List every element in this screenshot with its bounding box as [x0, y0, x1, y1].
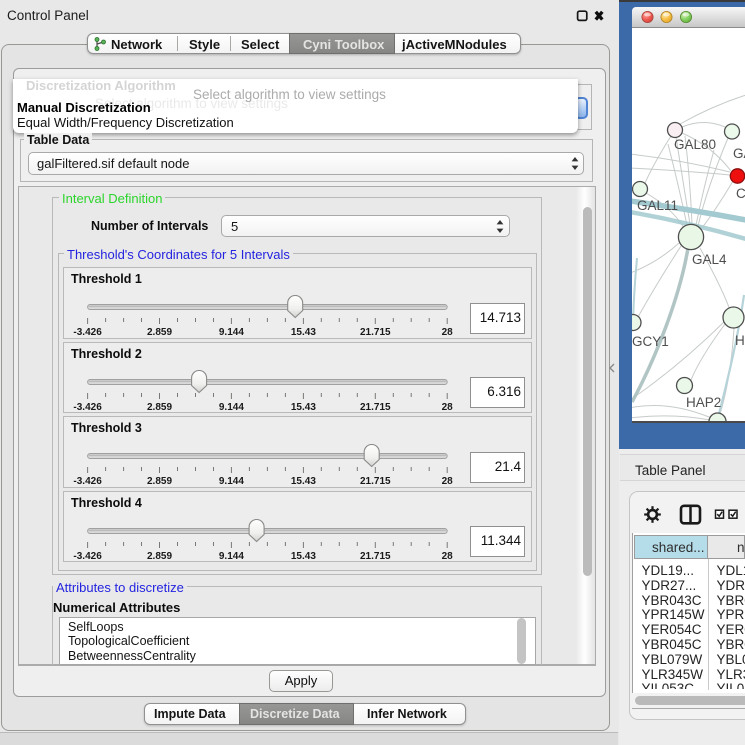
svg-text:2.859: 2.859: [147, 327, 172, 338]
svg-text:HAP2: HAP2: [686, 395, 721, 410]
svg-text:2.859: 2.859: [147, 551, 172, 562]
svg-text:28: 28: [442, 402, 454, 413]
svg-text:15.43: 15.43: [291, 402, 316, 413]
svg-text:C: C: [736, 186, 745, 201]
svg-text:9.144: 9.144: [219, 402, 244, 413]
svg-text:-3.426: -3.426: [73, 402, 102, 413]
svg-text:9.144: 9.144: [219, 551, 244, 562]
svg-text:GA: GA: [733, 146, 745, 161]
svg-text:9.144: 9.144: [219, 476, 244, 487]
svg-text:-3.426: -3.426: [73, 476, 102, 487]
svg-text:21.715: 21.715: [360, 402, 391, 413]
svg-text:15.43: 15.43: [291, 476, 316, 487]
svg-text:9.144: 9.144: [219, 327, 244, 338]
svg-text:28: 28: [442, 551, 454, 562]
svg-text:28: 28: [442, 327, 454, 338]
svg-text:GAL11: GAL11: [637, 198, 678, 213]
svg-text:15.43: 15.43: [291, 327, 316, 338]
svg-text:2.859: 2.859: [147, 402, 172, 413]
svg-text:15.43: 15.43: [291, 551, 316, 562]
svg-text:-3.426: -3.426: [73, 327, 102, 338]
svg-text:21.715: 21.715: [360, 327, 391, 338]
svg-text:-3.426: -3.426: [73, 551, 102, 562]
svg-text:GAL4: GAL4: [692, 252, 727, 267]
svg-text:21.715: 21.715: [360, 551, 391, 562]
svg-text:21.715: 21.715: [360, 476, 391, 487]
svg-text:H: H: [735, 333, 745, 348]
svg-text:GAL80: GAL80: [674, 137, 716, 152]
svg-text:28: 28: [442, 476, 454, 487]
svg-text:GCY1: GCY1: [632, 334, 669, 349]
svg-text:2.859: 2.859: [147, 476, 172, 487]
